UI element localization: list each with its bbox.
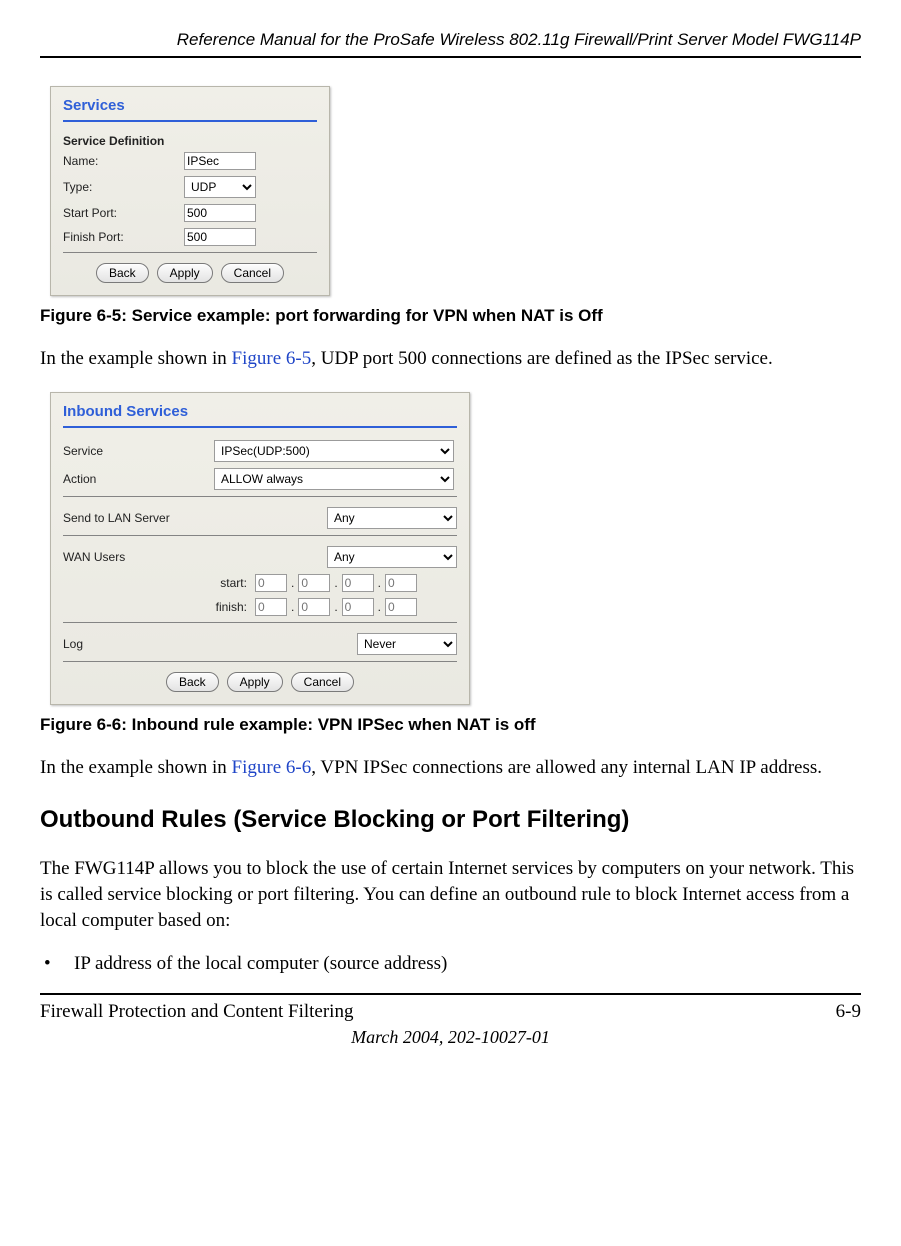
label-service: Service [63, 444, 208, 458]
divider-blue [63, 120, 317, 122]
heading-outbound-rules: Outbound Rules (Service Blocking or Port… [40, 806, 861, 834]
footer-rule [40, 993, 861, 995]
figure-6-5: Services Service Definition Name: Type: … [50, 86, 330, 296]
cancel-button[interactable]: Cancel [291, 672, 354, 692]
footer-left: Firewall Protection and Content Filterin… [40, 1001, 353, 1023]
footer-line: Firewall Protection and Content Filterin… [40, 1001, 861, 1023]
ip-start-octet-3[interactable] [342, 574, 374, 592]
label-finish-port: Finish Port: [63, 230, 178, 244]
label-type: Type: [63, 180, 178, 194]
figure-6-6: Inbound Services Service IPSec(UDP:500) … [50, 392, 470, 705]
name-input[interactable] [184, 152, 256, 170]
ip-start-octet-2[interactable] [298, 574, 330, 592]
ip-finish-octet-3[interactable] [342, 598, 374, 616]
action-select[interactable]: ALLOW always [214, 468, 454, 490]
divider-thin [63, 496, 457, 497]
label-action: Action [63, 472, 208, 486]
paragraph-3: The FWG114P allows you to block the use … [40, 856, 861, 933]
row-wan-users: WAN Users Any [63, 546, 457, 568]
log-select[interactable]: Never [357, 633, 457, 655]
start-port-input[interactable] [184, 204, 256, 222]
back-button[interactable]: Back [166, 672, 219, 692]
inbound-services-panel: Inbound Services Service IPSec(UDP:500) … [50, 392, 470, 705]
divider-thin [63, 622, 457, 623]
row-type: Type: UDP [63, 176, 317, 198]
row-finish-port: Finish Port: [63, 228, 317, 246]
figure-6-6-link[interactable]: Figure 6-6 [232, 757, 312, 778]
cancel-button[interactable]: Cancel [221, 263, 284, 283]
row-ip-start: start: . . . [63, 574, 457, 592]
row-action: Action ALLOW always [63, 468, 457, 490]
paragraph-2: In the example shown in Figure 6-6, VPN … [40, 755, 861, 781]
label-name: Name: [63, 154, 178, 168]
button-bar: Back Apply Cancel [63, 263, 317, 283]
label-start-port: Start Port: [63, 206, 178, 220]
paragraph-1: In the example shown in Figure 6-5, UDP … [40, 346, 861, 372]
panel-title-services: Services [63, 97, 317, 114]
divider-thin [63, 661, 457, 662]
ip-finish-octet-1[interactable] [255, 598, 287, 616]
type-select[interactable]: UDP [184, 176, 256, 198]
running-header: Reference Manual for the ProSafe Wireles… [40, 30, 861, 50]
footer-date: March 2004, 202-10027-01 [40, 1027, 861, 1048]
label-ip-finish: finish: [193, 600, 247, 614]
bullet-1-dot: • [40, 953, 74, 975]
row-name: Name: [63, 152, 317, 170]
row-send-lan: Send to LAN Server Any [63, 507, 457, 529]
document-page: Reference Manual for the ProSafe Wireles… [0, 0, 901, 1068]
label-send-lan: Send to LAN Server [63, 511, 170, 525]
ip-start-octet-1[interactable] [255, 574, 287, 592]
button-bar: Back Apply Cancel [63, 672, 457, 692]
figure-6-5-link[interactable]: Figure 6-5 [232, 348, 312, 369]
footer-right: 6-9 [836, 1001, 861, 1023]
para1-post: , UDP port 500 connections are defined a… [311, 348, 773, 369]
section-label-service-definition: Service Definition [63, 134, 317, 148]
divider-thin [63, 252, 317, 253]
apply-button[interactable]: Apply [227, 672, 283, 692]
para1-pre: In the example shown in [40, 348, 232, 369]
services-panel: Services Service Definition Name: Type: … [50, 86, 330, 296]
row-service: Service IPSec(UDP:500) [63, 440, 457, 462]
ip-finish-octet-2[interactable] [298, 598, 330, 616]
label-wan-users: WAN Users [63, 550, 125, 564]
row-start-port: Start Port: [63, 204, 317, 222]
figure-6-6-caption-a: Figure 6-6: Inbound rule example: [40, 715, 318, 734]
apply-button[interactable]: Apply [157, 263, 213, 283]
send-lan-select[interactable]: Any [327, 507, 457, 529]
bullet-1: • IP address of the local computer (sour… [40, 953, 861, 975]
panel-title-inbound: Inbound Services [63, 403, 457, 420]
ip-finish-octet-4[interactable] [385, 598, 417, 616]
row-ip-finish: finish: . . . [63, 598, 457, 616]
figure-6-6-caption: Figure 6-6: Inbound rule example: VPN IP… [40, 715, 861, 735]
header-rule [40, 56, 861, 58]
service-select[interactable]: IPSec(UDP:500) [214, 440, 454, 462]
figure-6-5-caption: Figure 6-5: Service example: port forwar… [40, 306, 861, 326]
divider-blue [63, 426, 457, 428]
para2-pre: In the example shown in [40, 757, 232, 778]
finish-port-input[interactable] [184, 228, 256, 246]
divider-thin [63, 535, 457, 536]
back-button[interactable]: Back [96, 263, 149, 283]
row-log: Log Never [63, 633, 457, 655]
label-ip-start: start: [193, 576, 247, 590]
label-log: Log [63, 637, 83, 651]
wan-users-select[interactable]: Any [327, 546, 457, 568]
figure-6-6-caption-b: VPN IPSec when NAT is off [318, 715, 536, 734]
ip-start-octet-4[interactable] [385, 574, 417, 592]
para2-post: , VPN IPSec connections are allowed any … [311, 757, 822, 778]
bullet-1-text: IP address of the local computer (source… [74, 953, 447, 975]
